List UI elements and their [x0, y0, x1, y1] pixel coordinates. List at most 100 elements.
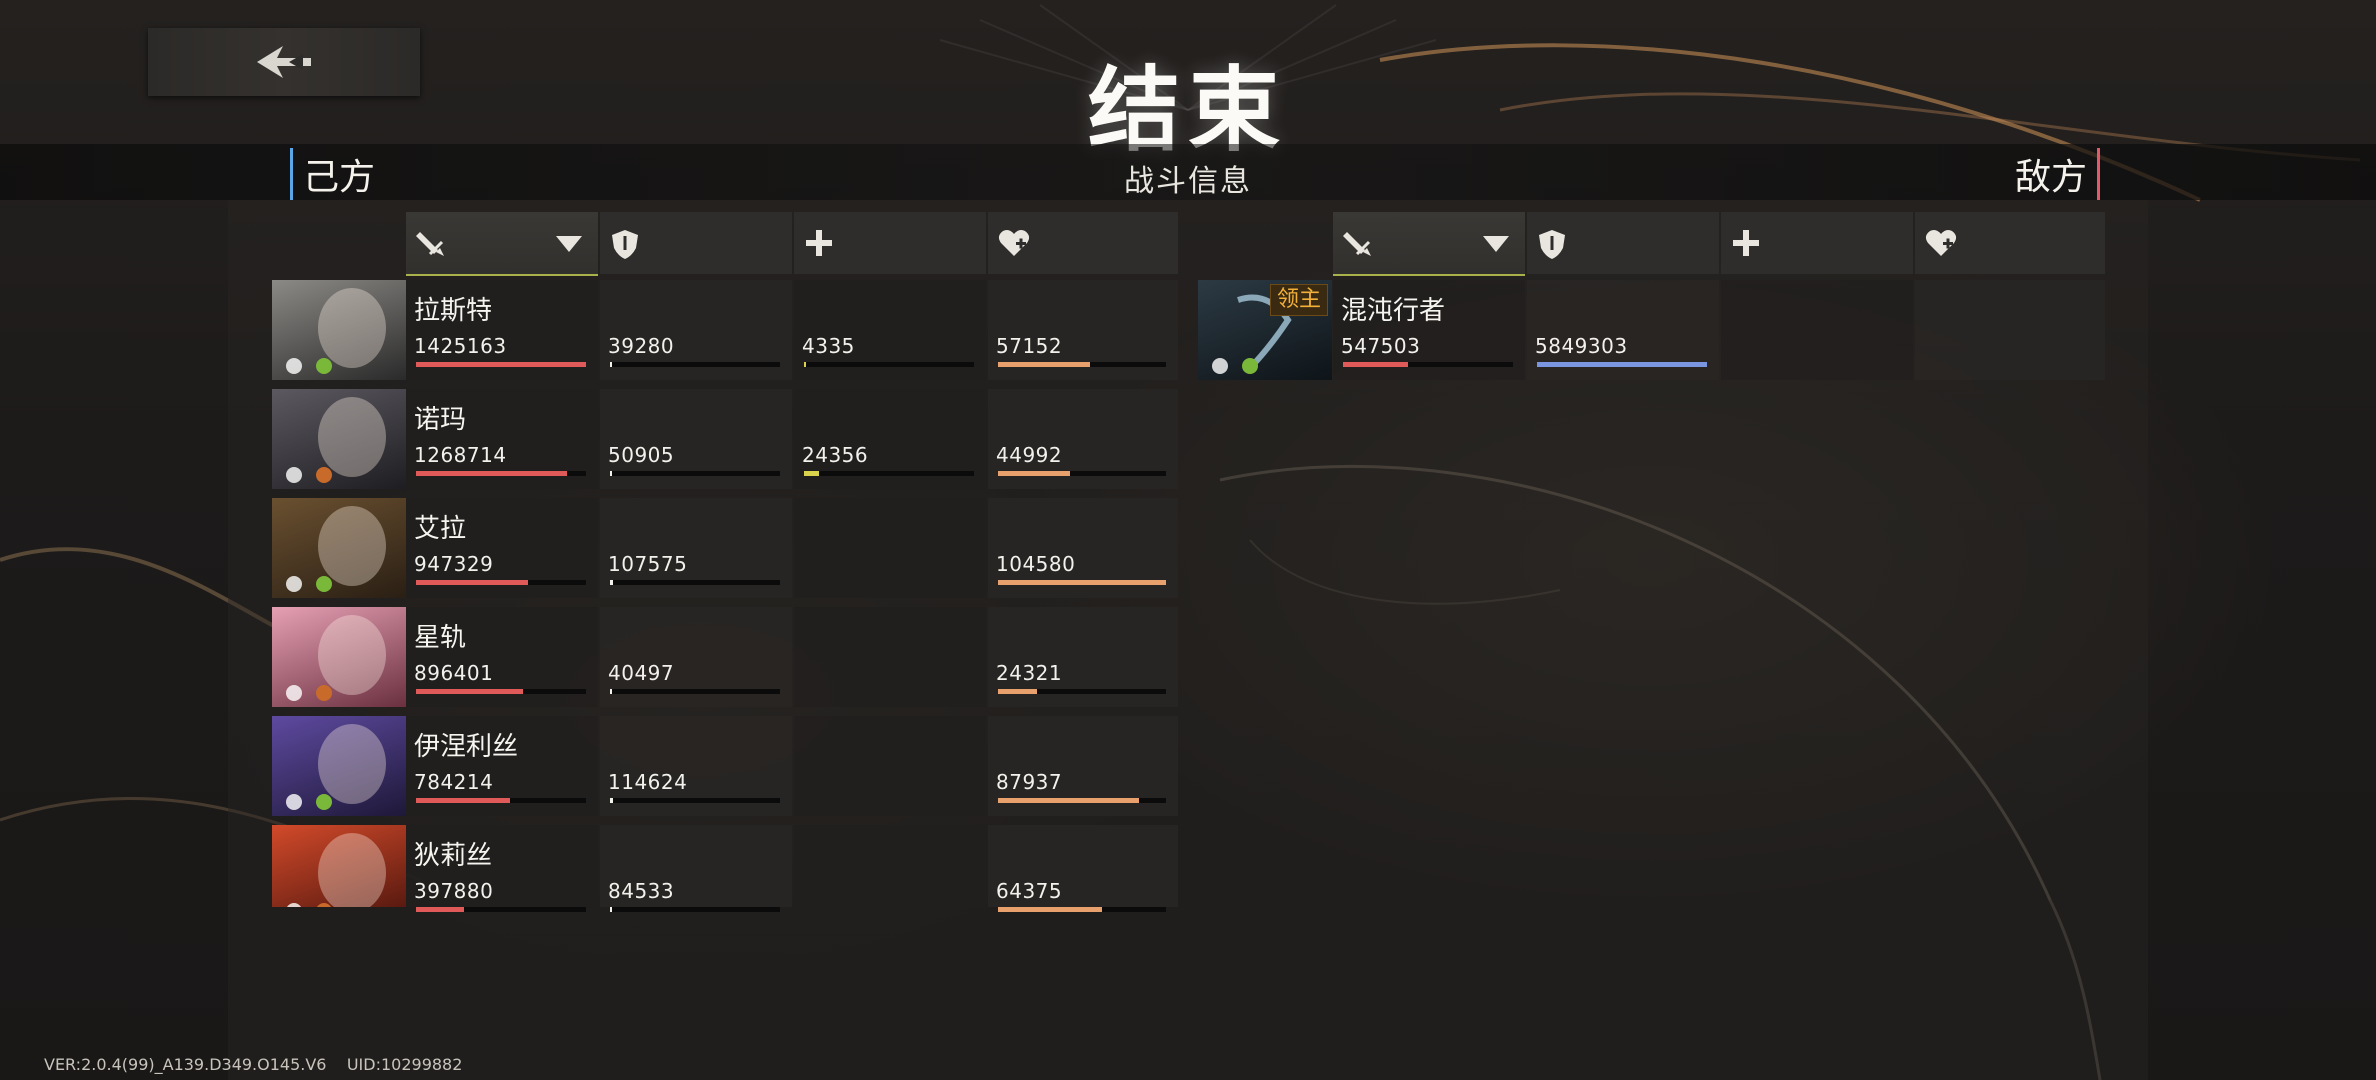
stat-bar-fill — [610, 580, 613, 585]
stat-bar-fill — [998, 471, 1070, 476]
stat-cell-heal — [794, 607, 986, 707]
stat-bar-fill — [804, 362, 806, 367]
boss-badge: 领主 — [1269, 284, 1328, 316]
stat-bar-taken — [610, 689, 780, 694]
stat-value-damage: 1425163 — [414, 334, 507, 358]
enemy-name: 混沌行者 — [1341, 296, 1446, 326]
character-name: 狄莉丝 — [414, 841, 493, 871]
stat-cell-received: 64375 — [988, 825, 1178, 912]
version-footer: VER:2.0.4(99)_A139.D349.O145.V6 UID:1029… — [44, 1055, 462, 1074]
stat-value-received: 57152 — [996, 334, 1063, 358]
stat-bar-received — [998, 580, 1166, 585]
stat-bar-fill — [998, 580, 1166, 585]
stat-value-damage: 397880 — [414, 879, 494, 903]
stat-bar-fill — [610, 689, 612, 694]
stat-value-taken: 84533 — [608, 879, 675, 903]
sort-taken-tab[interactable] — [600, 212, 792, 274]
stat-cell-damage: 拉斯特 1425163 — [406, 280, 598, 380]
stat-cell-damage: 诺玛 1268714 — [406, 389, 598, 489]
stat-bar-fill — [998, 362, 1090, 367]
enemy-stat-value-taken: 5849303 — [1535, 334, 1628, 358]
sort-damage-tab[interactable] — [406, 212, 598, 276]
character-portrait — [272, 825, 406, 907]
enemy-stat-cell-heal — [1721, 280, 1913, 380]
stat-bar-received — [998, 689, 1166, 694]
character-portrait — [272, 716, 406, 816]
stat-bar-fill — [416, 689, 523, 694]
stat-value-damage: 784214 — [414, 770, 494, 794]
stat-cell-taken: 50905 — [600, 389, 792, 489]
stat-bar-fill — [610, 471, 612, 476]
stat-bar-fill — [610, 907, 612, 912]
stat-cell-heal — [794, 716, 986, 816]
stat-bar-fill — [1537, 362, 1707, 367]
stat-bar-received — [998, 471, 1166, 476]
stat-cell-received: 104580 — [988, 498, 1178, 598]
character-name: 拉斯特 — [414, 296, 493, 326]
stat-cell-damage: 星轨 896401 — [406, 607, 598, 707]
sort-down-icon — [1483, 236, 1509, 252]
stat-value-taken: 107575 — [608, 552, 688, 576]
character-portrait — [272, 280, 406, 380]
stat-bar-fill — [998, 798, 1139, 803]
uid-text: UID:10299882 — [346, 1055, 463, 1074]
heart-plus-icon — [998, 230, 1030, 256]
stat-cell-received: 44992 — [988, 389, 1178, 489]
enemy-sort-heal-tab[interactable] — [1721, 212, 1913, 274]
character-name: 艾拉 — [414, 514, 467, 544]
stat-cell-taken: 39280 — [600, 280, 792, 380]
stat-bar-damage — [416, 907, 586, 912]
stat-bar-damage — [416, 580, 586, 585]
version-text: VER:2.0.4(99)_A139.D349.O145.V6 — [44, 1055, 327, 1074]
enemy-sort-taken-tab[interactable] — [1527, 212, 1719, 274]
shield-icon — [612, 230, 638, 259]
stat-cell-damage: 伊涅利丝 784214 — [406, 716, 598, 816]
stat-cell-received: 57152 — [988, 280, 1178, 380]
stat-bar-fill — [416, 471, 567, 476]
stat-value-damage: 1268714 — [414, 443, 507, 467]
stat-cell-taken: 107575 — [600, 498, 792, 598]
stat-cell-taken: 40497 — [600, 607, 792, 707]
stat-value-taken: 114624 — [608, 770, 688, 794]
character-portrait — [272, 607, 406, 707]
stat-bar-fill — [998, 689, 1037, 694]
sword-icon — [416, 232, 444, 256]
stat-cell-damage: 艾拉 947329 — [406, 498, 598, 598]
stat-value-heal: 24356 — [802, 443, 869, 467]
stat-cell-received: 24321 — [988, 607, 1178, 707]
plus-icon — [1733, 230, 1759, 256]
stat-bar-fill — [416, 580, 528, 585]
stat-bar-heal — [804, 471, 974, 476]
stat-bar-received — [998, 798, 1166, 803]
shield-icon — [1539, 230, 1565, 259]
enemy-sort-received-tab[interactable] — [1915, 212, 2105, 274]
stat-cell-heal: 4335 — [794, 280, 986, 380]
stat-value-taken: 40497 — [608, 661, 675, 685]
stat-cell-taken: 114624 — [600, 716, 792, 816]
stat-bar-fill — [998, 907, 1102, 912]
stat-bar-fill — [1343, 362, 1408, 367]
stat-bar-fill — [416, 362, 586, 367]
sort-received-tab[interactable] — [988, 212, 1178, 274]
sword-icon — [1343, 232, 1371, 256]
enemy-stat-bar-taken — [1537, 362, 1707, 367]
stat-bar-fill — [416, 907, 464, 912]
stat-value-heal: 4335 — [802, 334, 855, 358]
stat-value-received: 87937 — [996, 770, 1063, 794]
stat-value-received: 44992 — [996, 443, 1063, 467]
stat-bar-fill — [610, 798, 613, 803]
stat-bar-damage — [416, 798, 586, 803]
stat-cell-damage: 狄莉丝 397880 — [406, 825, 598, 912]
stat-bar-damage — [416, 362, 586, 367]
enemy-stat-value-damage: 547503 — [1341, 334, 1421, 358]
stat-cell-received: 87937 — [988, 716, 1178, 816]
stat-bar-received — [998, 907, 1166, 912]
stat-bar-taken — [610, 471, 780, 476]
enemy-sort-damage-tab[interactable] — [1333, 212, 1525, 276]
stat-value-damage: 896401 — [414, 661, 494, 685]
sort-heal-tab[interactable] — [794, 212, 986, 274]
stat-value-received: 104580 — [996, 552, 1076, 576]
stat-cell-taken: 84533 — [600, 825, 792, 912]
stat-bar-fill — [610, 362, 612, 367]
enemy-stat-cell-taken: 5849303 — [1527, 280, 1719, 380]
